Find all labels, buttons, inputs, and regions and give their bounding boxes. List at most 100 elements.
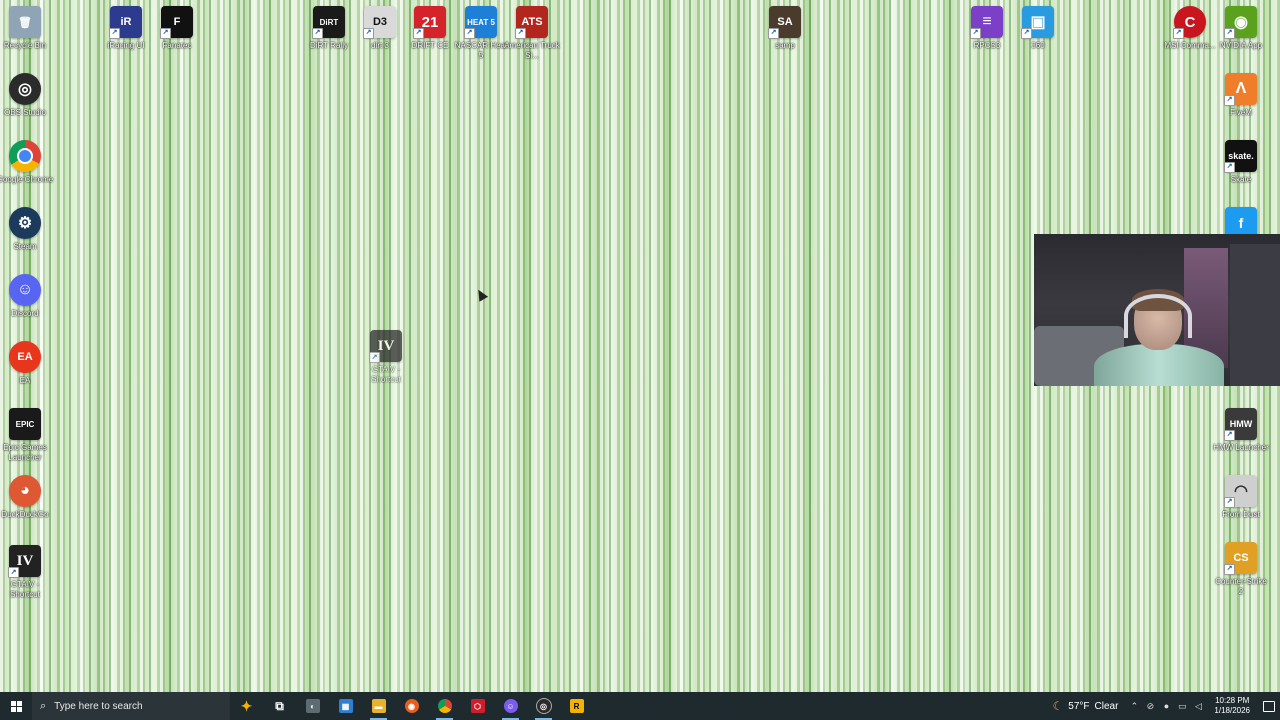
desktop-icon-nvidia-app[interactable]: ◉ ↗ NVIDIA App xyxy=(1213,6,1269,51)
chrome-button[interactable] xyxy=(428,692,461,720)
desktop-icon-360[interactable]: ▣ ↗ 360 xyxy=(1010,6,1066,51)
volume-icon[interactable]: ◁ xyxy=(1190,701,1206,712)
obs-button[interactable]: ◎ xyxy=(527,692,560,720)
notifications-button[interactable] xyxy=(1258,692,1280,720)
icon-label: 360 xyxy=(1031,41,1045,50)
microphone-icon[interactable]: ● xyxy=(1158,701,1174,711)
weather-temp: 57°F xyxy=(1068,700,1090,712)
icon-label: From Dust xyxy=(1222,510,1260,519)
desktop: 🗑 Recycle Bin iR ↗ iRacing UI F ↗ Fanatec … xyxy=(0,0,1280,692)
search-box[interactable]: ⌕ Type here to search xyxy=(32,692,230,720)
desktop-icon-ea[interactable]: EA EA xyxy=(0,341,53,386)
icon-label: HMW Launcher xyxy=(1213,443,1269,452)
ea-icon: EA xyxy=(9,341,41,373)
store-icon: ▦ xyxy=(338,699,353,713)
windows-logo-icon xyxy=(10,700,22,712)
taskbar-orange-app-button[interactable]: ◉ xyxy=(395,692,428,720)
counter-strike-icon: CS ↗ xyxy=(1224,542,1257,575)
icon-label: OBS Studio xyxy=(4,108,46,117)
desktop-icon-steam[interactable]: ⚙ Steam xyxy=(0,207,53,252)
recycle-bin-icon: 🗑 xyxy=(9,6,41,38)
icon-label: NASCAR Heat 5 xyxy=(454,41,508,60)
desktop-icon-iracing[interactable]: iR ↗ iRacing UI xyxy=(98,6,154,51)
desktop-icon-dirt3[interactable]: D3 ↗ dirt 3 xyxy=(352,6,408,51)
gtaiv-icon: IV ↗ xyxy=(369,330,402,363)
discord-button[interactable]: ☺ xyxy=(494,692,527,720)
icon-label: Counter-Strike 2 xyxy=(1215,577,1267,596)
duckduckgo-icon: ◕ xyxy=(9,475,41,507)
desktop-icon-samp[interactable]: SA ↗ samp xyxy=(757,6,813,51)
dirt-rally-icon: DiRT ↗ xyxy=(312,6,345,39)
icon-label: Recycle Bin xyxy=(3,41,47,50)
desktop-icon-american-truck[interactable]: ATS ↗ American Truck Si... xyxy=(504,6,560,61)
icon-label: DuckDuckGo xyxy=(1,510,49,519)
msi-center-icon: C ↗ xyxy=(1173,6,1206,39)
samp-icon: SA ↗ xyxy=(768,6,801,39)
nvidia-icon: ◉ ↗ xyxy=(1224,6,1257,39)
icon-label: Fanatec xyxy=(162,41,192,50)
desktop-icon-epic-games[interactable]: EPIC Epic Games Launcher xyxy=(0,408,53,463)
fanatec-icon: F ↗ xyxy=(160,6,193,39)
desktop-icon-msi-center[interactable]: C ↗ MSI Comma... xyxy=(1162,6,1218,51)
icon-label: Skate xyxy=(1230,175,1252,184)
file-explorer-button[interactable]: ▬ xyxy=(362,692,395,720)
desktop-icon-fanatec[interactable]: F ↗ Fanatec xyxy=(149,6,205,51)
desktop-icon-duckduckgo[interactable]: ◕ DuckDuckGo xyxy=(0,475,53,520)
icon-label: GTAIV - Shortcut xyxy=(371,365,401,384)
icon-label: MSI Comma... xyxy=(1164,41,1216,50)
folder-icon: ▬ xyxy=(371,699,386,713)
desktop-icon-nascar-heat5[interactable]: HEAT 5 ↗ NASCAR Heat 5 xyxy=(453,6,509,61)
desktop-icon-recycle-bin[interactable]: 🗑 Recycle Bin xyxy=(0,6,53,51)
icon-label: Epic Games Launcher xyxy=(3,443,47,462)
desktop-icon-counter-strike2[interactable]: CS ↗ Counter-Strike 2 xyxy=(1213,542,1269,597)
desktop-icon-drift-ce[interactable]: 21 ↗ DRIFT CE xyxy=(402,6,458,51)
app-icon: ◐ xyxy=(305,699,320,713)
icon-label: DRIFT CE xyxy=(411,41,449,50)
desktop-icon-fivem[interactable]: Λ ↗ FiveM xyxy=(1213,73,1269,118)
webcam-headset xyxy=(1124,294,1192,338)
taskbar-red-app-button[interactable]: ⬡ xyxy=(461,692,494,720)
hmw-icon: HMW ↗ xyxy=(1224,408,1257,441)
weather-condition: Clear xyxy=(1094,700,1119,712)
rockstar-icon: R xyxy=(569,699,584,713)
iracing-icon: iR ↗ xyxy=(109,6,142,39)
desktop-icon-obs-studio[interactable]: ◎ OBS Studio xyxy=(0,73,53,118)
network-icon[interactable]: ▭ xyxy=(1174,701,1190,712)
fivem-icon: Λ ↗ xyxy=(1224,73,1257,106)
desktop-icon-skate[interactable]: skate. ↗ Skate xyxy=(1213,140,1269,185)
chevron-up-icon[interactable]: ⌃ xyxy=(1126,701,1142,712)
desktop-icon-dirt-rally[interactable]: DiRT ↗ DiRT Rally xyxy=(301,6,357,51)
taskbar: ⌕ Type here to search ✦ ⧉ ◐ ▦ ▬ ◉ ⬡ ☺ ◎ … xyxy=(0,692,1280,720)
desktop-icon-hmw-launcher[interactable]: HMW ↗ HMW Launcher xyxy=(1213,408,1269,453)
obs-icon: ◎ xyxy=(535,698,552,714)
desktop-icon-google-chrome[interactable]: Google Chrome xyxy=(0,140,53,185)
task-view-icon: ⧉ xyxy=(275,698,284,713)
task-view-button[interactable]: ⧉ xyxy=(263,692,296,720)
mouse-cursor-icon xyxy=(473,287,489,302)
drift-ce-icon: 21 ↗ xyxy=(413,6,446,39)
desktop-icon-discord[interactable]: ☺ Discord xyxy=(0,274,53,319)
desktop-icon-from-dust[interactable]: ◠ ↗ From Dust xyxy=(1213,475,1269,520)
store-button[interactable]: ▦ xyxy=(329,692,362,720)
chrome-icon xyxy=(437,699,452,713)
icon-label: FiveM xyxy=(1230,108,1252,117)
webcam-overlay xyxy=(1034,234,1280,386)
taskbar-app-button[interactable]: ◐ xyxy=(296,692,329,720)
desktop-icon-gtaiv-dragging[interactable]: IV ↗ GTAIV - Shortcut xyxy=(358,330,414,385)
desktop-icon-rpcs3[interactable]: ≡ ↗ RPCS3 xyxy=(959,6,1015,51)
copilot-button[interactable]: ✦ xyxy=(230,692,263,720)
skate-icon: skate. ↗ xyxy=(1224,140,1257,173)
icon-label: iRacing UI xyxy=(107,41,145,50)
start-button[interactable] xyxy=(0,692,32,720)
rockstar-launcher-button[interactable]: R xyxy=(560,692,593,720)
steam-icon: ⚙ xyxy=(9,207,41,239)
nascar-heat5-icon: HEAT 5 ↗ xyxy=(464,6,497,39)
network-off-icon[interactable]: ⊘ xyxy=(1142,701,1158,712)
discord-icon: ☺ xyxy=(503,699,518,713)
desktop-icon-gtaiv-shortcut[interactable]: IV ↗ GTAIV - Shortcut xyxy=(0,545,53,600)
icon-label: Discord xyxy=(11,309,39,318)
clock[interactable]: 10:28 PM 1/18/2026 xyxy=(1206,696,1258,716)
weather-widget[interactable]: ☾ 57°F Clear xyxy=(1045,699,1127,713)
icon-label: Google Chrome xyxy=(0,175,54,184)
icon-label: DiRT Rally xyxy=(310,41,348,50)
